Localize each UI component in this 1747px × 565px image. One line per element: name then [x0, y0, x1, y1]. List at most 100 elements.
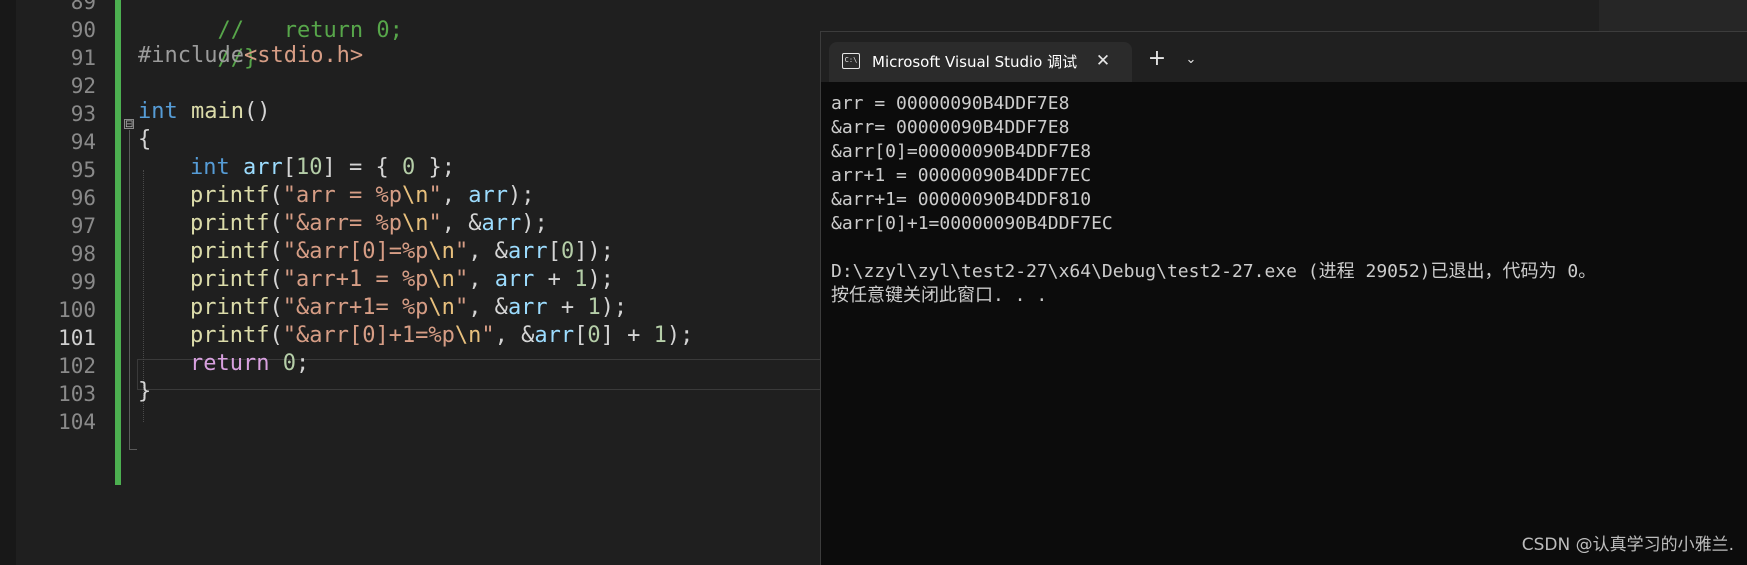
line-number: 93 [70, 102, 96, 126]
variable: arr [243, 155, 283, 180]
string-literal: "arr = %p [282, 183, 402, 208]
escape-sequence: \n [401, 211, 429, 236]
escape-sequence: \n [428, 239, 455, 264]
output-line: &arr+1= 00000090B4DDF810 [831, 189, 1092, 210]
code-line-98: printf("&arr[0]=%p\n", &arr[0]); [190, 236, 614, 267]
function-name: printf [190, 239, 270, 264]
output-line: &arr[0]=00000090B4DDF7E8 [831, 141, 1092, 162]
operator: + [534, 267, 575, 292]
operator: + [613, 323, 654, 348]
open-brace: { [138, 127, 152, 152]
number-literal: 0 [282, 351, 296, 376]
punctuation: , & [468, 239, 508, 264]
close-icon[interactable]: ✕ [1091, 49, 1115, 73]
number-literal: 10 [296, 155, 323, 180]
string-literal: " [428, 211, 442, 236]
string-literal: "&arr= %p [282, 211, 402, 236]
line-number: 98 [70, 242, 96, 266]
terminal-tab[interactable]: C:\ Microsoft Visual Studio 调试控制台 ✕ [829, 42, 1132, 82]
punctuation: ( [269, 323, 283, 348]
punctuation: ( [269, 267, 283, 292]
escape-sequence: \n [428, 295, 455, 320]
control-keyword: return [190, 351, 270, 376]
line-number: 94 [70, 130, 96, 154]
punctuation: , & [441, 211, 482, 236]
punctuation: ]); [574, 239, 614, 264]
function-name: printf [190, 295, 270, 320]
csdn-watermark: CSDN @认真学习的小雅兰. [1521, 535, 1734, 555]
function-name: main [191, 99, 244, 124]
line-number: 102 [58, 354, 96, 378]
line-number: 91 [70, 46, 96, 70]
string-literal: "&arr[0]=%p [282, 239, 429, 264]
change-indicator-bar [115, 0, 121, 485]
output-line: 按任意键关闭此窗口. . . [831, 285, 1048, 306]
punctuation: ] = { [322, 155, 402, 180]
line-number: 97 [70, 214, 96, 238]
number-literal: 1 [653, 323, 667, 348]
punctuation: ); [600, 295, 628, 320]
terminal-output[interactable]: arr = 00000090B4DDF7E8 &arr= 00000090B4D… [831, 92, 1741, 535]
escape-sequence: \n [401, 183, 429, 208]
punctuation: () [243, 99, 271, 124]
editor-scrollbar-region[interactable] [1599, 0, 1747, 34]
variable: arr [468, 183, 508, 208]
variable: arr [494, 267, 535, 292]
punctuation: , [441, 183, 469, 208]
code-line-102: return 0; [190, 348, 309, 379]
output-line-blank [831, 236, 1741, 260]
number-literal: 0 [560, 239, 575, 264]
escape-sequence: \n [428, 267, 455, 292]
editor-left-margin [0, 0, 16, 565]
punctuation: ( [269, 239, 283, 264]
escape-sequence: \n [454, 323, 482, 348]
debug-console-window[interactable]: C:\ Microsoft Visual Studio 调试控制台 ✕ + ⌄ … [820, 31, 1747, 565]
number-literal: 0 [587, 323, 601, 348]
punctuation: ( [269, 295, 283, 320]
line-number: 100 [58, 298, 96, 322]
punctuation: [ [547, 239, 561, 264]
line-number: 104 [58, 410, 96, 434]
punctuation: ); [521, 211, 548, 236]
string-literal: " [428, 183, 442, 208]
output-line: &arr= 00000090B4DDF7E8 [831, 117, 1070, 138]
variable: arr [481, 211, 522, 236]
number-literal: 0 [401, 155, 416, 180]
console-icon: C:\ [842, 53, 860, 69]
line-number: 90 [70, 18, 96, 42]
string-literal: " [454, 239, 469, 264]
new-tab-button[interactable]: + [1142, 46, 1172, 72]
line-number: 96 [70, 186, 96, 210]
chevron-down-icon[interactable]: ⌄ [1178, 48, 1204, 72]
collapse-icon[interactable]: ⊟ [124, 119, 134, 130]
function-name: printf [190, 267, 270, 292]
code-line-101: printf("&arr[0]+1=%p\n", &arr[0] + 1); [190, 320, 693, 351]
string-literal: " [454, 295, 469, 320]
output-line: arr = 00000090B4DDF7E8 [831, 93, 1070, 114]
string-literal: " [454, 267, 469, 292]
code-line-93: int main() [138, 96, 270, 127]
punctuation: ( [269, 183, 283, 208]
output-line: D:\zzyl\zyl\test2-27\x64\Debug\test2-27.… [831, 261, 1597, 282]
code-line-95: int arr[10] = { 0 }; [190, 152, 455, 183]
line-number: 95 [70, 158, 96, 182]
punctuation: [ [282, 155, 296, 180]
string-literal: "&arr+1= %p [282, 295, 429, 320]
close-brace: } [138, 379, 152, 404]
code-line-103: } [138, 376, 151, 407]
variable: arr [507, 295, 548, 320]
punctuation: ); [507, 183, 535, 208]
line-number: 99 [70, 270, 96, 294]
function-name: printf [190, 323, 270, 348]
punctuation: ); [587, 267, 614, 292]
punctuation: ; [295, 351, 310, 376]
punctuation: , [468, 267, 495, 292]
line-number-active: 101 [58, 326, 96, 350]
preprocessor-directive: #include [138, 43, 244, 68]
code-line-96: printf("arr = %p\n", arr); [190, 180, 534, 211]
string-literal: "arr+1 = %p [282, 267, 429, 292]
code-line-94: { [138, 124, 151, 155]
string-literal: "&arr[0]+1=%p [282, 323, 455, 348]
function-name: printf [190, 183, 270, 208]
punctuation: ); [666, 323, 694, 348]
